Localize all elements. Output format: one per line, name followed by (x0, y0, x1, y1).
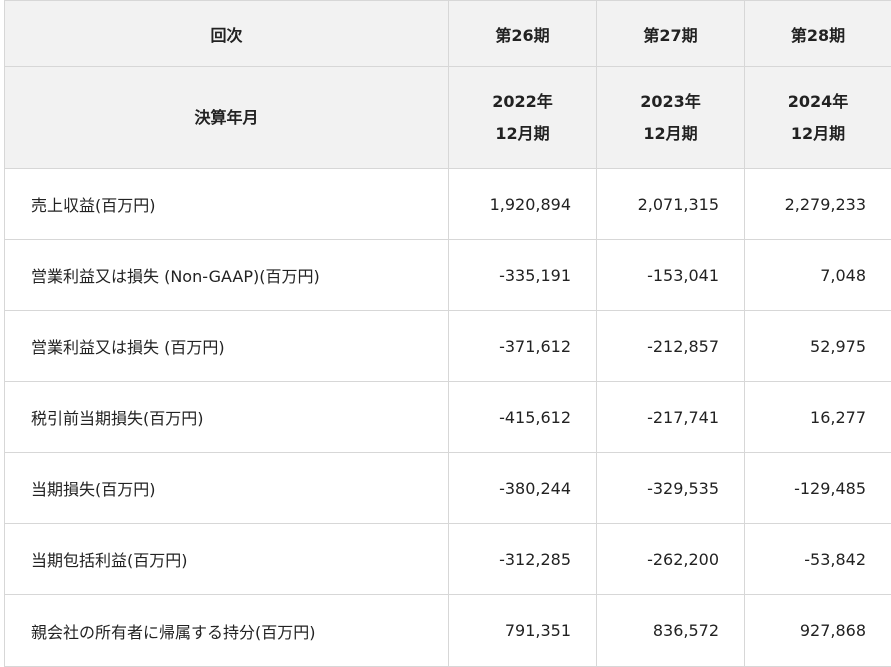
table-row: 当期損失(百万円) -380,244 -329,535 -129,485 (5, 453, 891, 524)
row-label: 税引前当期損失(百万円) (5, 382, 449, 453)
row-value: 2,071,315 (597, 169, 745, 240)
table-row: 税引前当期損失(百万円) -415,612 -217,741 16,277 (5, 382, 891, 453)
header-year: 2024年 (745, 86, 891, 118)
header-month: 12月期 (745, 118, 891, 150)
header-row-fiscal-period: 決算年月 2022年 12月期 2023年 12月期 2024年 12月期 (5, 67, 891, 169)
row-value: -212,857 (597, 311, 745, 382)
row-value: -380,244 (449, 453, 597, 524)
row-value: 16,277 (745, 382, 891, 453)
table-row: 親会社の所有者に帰属する持分(百万円) 791,351 836,572 927,… (5, 595, 891, 667)
table-row: 当期包括利益(百万円) -312,285 -262,200 -53,842 (5, 524, 891, 595)
table-header: 回次 第26期 第27期 第28期 決算年月 2022年 12月期 2023年 … (5, 1, 891, 169)
row-label: 営業利益又は損失 (Non-GAAP)(百万円) (5, 240, 449, 311)
row-value: 791,351 (449, 595, 597, 667)
table-row: 営業利益又は損失 (百万円) -371,612 -212,857 52,975 (5, 311, 891, 382)
row-value: 1,920,894 (449, 169, 597, 240)
row-label: 営業利益又は損失 (百万円) (5, 311, 449, 382)
table-body: 売上収益(百万円) 1,920,894 2,071,315 2,279,233 … (5, 169, 891, 667)
header-fiscal-2023: 2023年 12月期 (597, 67, 745, 169)
row-value: 52,975 (745, 311, 891, 382)
header-label-term: 回次 (5, 1, 449, 67)
row-value: 836,572 (597, 595, 745, 667)
row-value: -371,612 (449, 311, 597, 382)
row-value: -335,191 (449, 240, 597, 311)
table-row: 営業利益又は損失 (Non-GAAP)(百万円) -335,191 -153,0… (5, 240, 891, 311)
row-label: 当期損失(百万円) (5, 453, 449, 524)
header-term-28: 第28期 (745, 1, 891, 67)
header-month: 12月期 (597, 118, 744, 150)
table-row: 売上収益(百万円) 1,920,894 2,071,315 2,279,233 (5, 169, 891, 240)
row-value: -129,485 (745, 453, 891, 524)
header-fiscal-2022: 2022年 12月期 (449, 67, 597, 169)
row-value: 7,048 (745, 240, 891, 311)
row-value: -415,612 (449, 382, 597, 453)
header-term-27: 第27期 (597, 1, 745, 67)
row-label: 売上収益(百万円) (5, 169, 449, 240)
row-value: -329,535 (597, 453, 745, 524)
financial-summary-table: 回次 第26期 第27期 第28期 決算年月 2022年 12月期 2023年 … (4, 0, 891, 667)
row-label: 当期包括利益(百万円) (5, 524, 449, 595)
header-year: 2023年 (597, 86, 744, 118)
row-value: -217,741 (597, 382, 745, 453)
header-year: 2022年 (449, 86, 596, 118)
header-row-term: 回次 第26期 第27期 第28期 (5, 1, 891, 67)
row-value: -262,200 (597, 524, 745, 595)
header-fiscal-2024: 2024年 12月期 (745, 67, 891, 169)
header-term-26: 第26期 (449, 1, 597, 67)
row-label: 親会社の所有者に帰属する持分(百万円) (5, 595, 449, 667)
header-label-fiscal-period: 決算年月 (5, 67, 449, 169)
row-value: -53,842 (745, 524, 891, 595)
row-value: -312,285 (449, 524, 597, 595)
header-month: 12月期 (449, 118, 596, 150)
row-value: 2,279,233 (745, 169, 891, 240)
row-value: 927,868 (745, 595, 891, 667)
row-value: -153,041 (597, 240, 745, 311)
